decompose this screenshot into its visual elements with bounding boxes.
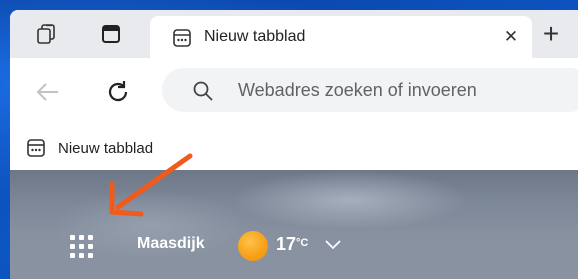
orange-arrow-annotation: [109, 153, 193, 217]
